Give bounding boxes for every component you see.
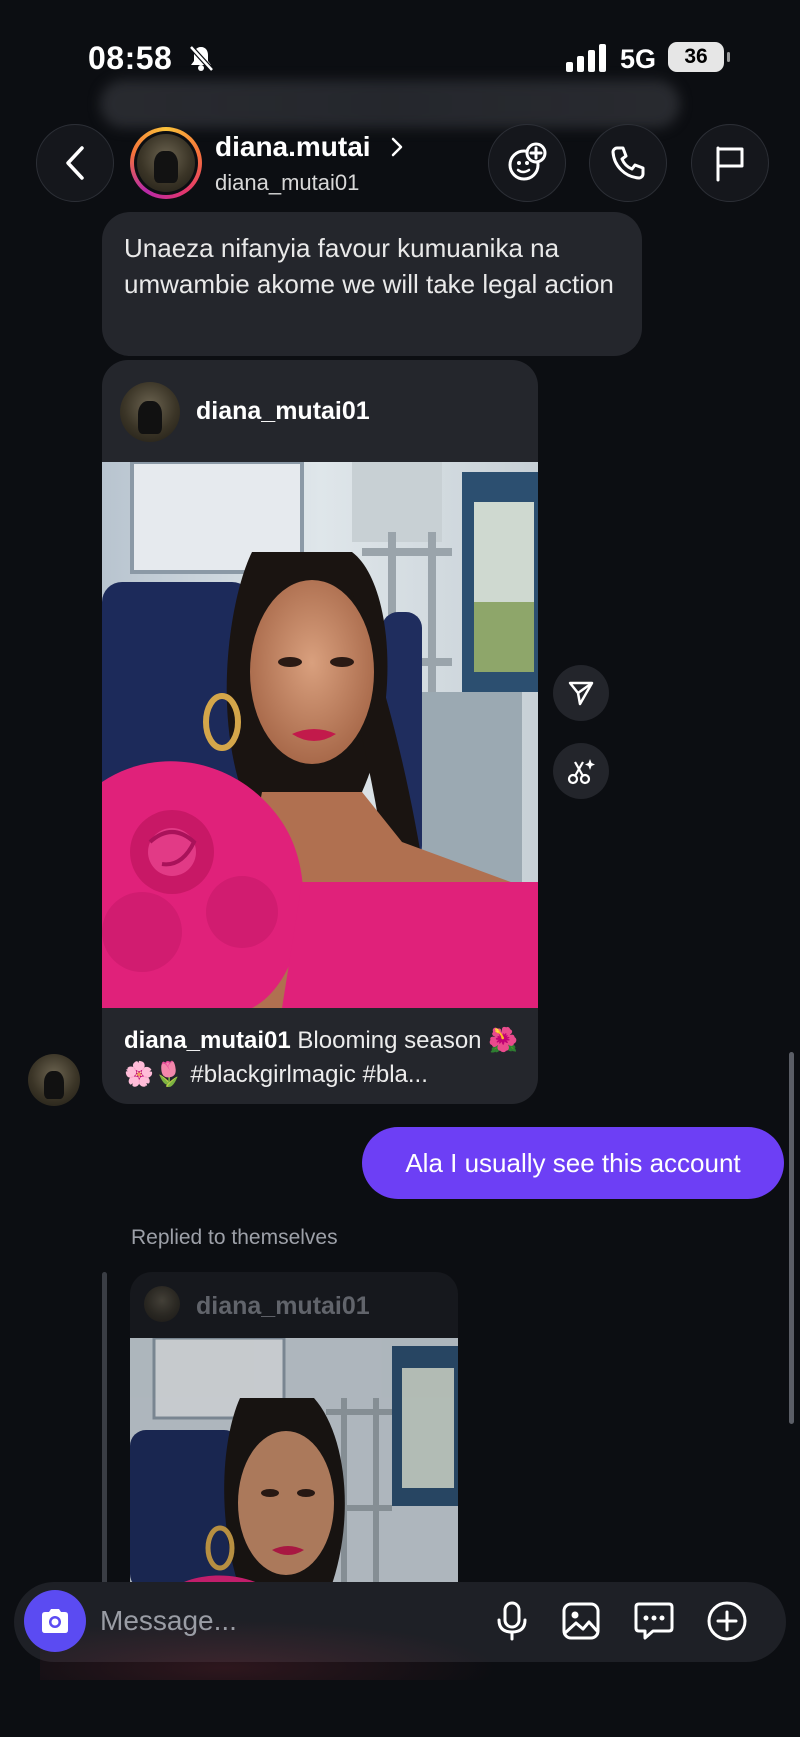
scrollbar[interactable] bbox=[789, 1052, 794, 1424]
reply-author-name: diana_mutai01 bbox=[196, 1292, 370, 1320]
camera-button[interactable] bbox=[24, 1590, 86, 1652]
status-time: 08:58 bbox=[88, 40, 173, 76]
replied-post-photo bbox=[130, 1338, 458, 1590]
network-type: 5G bbox=[620, 44, 657, 74]
voice-button[interactable] bbox=[488, 1597, 536, 1645]
effects-button[interactable] bbox=[488, 124, 566, 202]
phone-icon bbox=[611, 146, 645, 180]
back-icon bbox=[66, 146, 84, 180]
call-button[interactable] bbox=[589, 124, 667, 202]
add-icon bbox=[707, 1601, 747, 1641]
caption-author: diana_mutai01 bbox=[124, 1027, 291, 1054]
reply-label: Replied to themselves bbox=[131, 1226, 338, 1249]
chevron-right-icon[interactable] bbox=[390, 136, 404, 158]
sticker-button[interactable] bbox=[630, 1597, 678, 1645]
outgoing-message-bubble[interactable]: Ala I usually see this account bbox=[362, 1127, 784, 1199]
post-author-avatar bbox=[120, 382, 180, 442]
battery-icon: 36 bbox=[668, 42, 730, 72]
sender-avatar[interactable] bbox=[28, 1054, 80, 1106]
signal-icon bbox=[566, 44, 606, 72]
send-icon bbox=[568, 681, 594, 706]
scissors-sparkle-icon bbox=[567, 759, 595, 785]
post-author-name: diana_mutai01 bbox=[196, 397, 370, 425]
contact-avatar[interactable] bbox=[130, 127, 202, 199]
effects-icon bbox=[508, 142, 547, 181]
share-button[interactable] bbox=[553, 665, 609, 721]
incoming-message-bubble[interactable]: Unaeza nifanyia favour kumuanika na umwa… bbox=[102, 212, 642, 356]
contact-handle: diana_mutai01 bbox=[215, 170, 360, 195]
camera-icon bbox=[42, 1609, 68, 1633]
back-button[interactable] bbox=[36, 124, 114, 202]
add-button[interactable] bbox=[703, 1597, 751, 1645]
shared-post-card[interactable]: diana_mutai01 diana_mutai01 Blooming sea… bbox=[102, 360, 538, 1104]
post-photo[interactable] bbox=[102, 462, 538, 1008]
reply-indicator-bar bbox=[102, 1272, 107, 1590]
gallery-button[interactable] bbox=[557, 1597, 605, 1645]
remix-button[interactable] bbox=[553, 743, 609, 799]
outgoing-message-text: Ala I usually see this account bbox=[405, 1148, 741, 1178]
message-input[interactable] bbox=[100, 1601, 420, 1641]
sticker-icon bbox=[634, 1602, 674, 1640]
reply-author-avatar bbox=[144, 1286, 180, 1322]
contact-name[interactable]: diana.mutai bbox=[215, 131, 371, 163]
gallery-icon bbox=[562, 1602, 600, 1640]
flag-icon bbox=[716, 146, 744, 182]
replied-post-preview[interactable]: diana_mutai01 bbox=[130, 1272, 458, 1590]
blurred-notification bbox=[100, 80, 680, 128]
status-bar: 08:58 5G 36 bbox=[0, 0, 800, 128]
bell-muted-icon bbox=[189, 45, 214, 72]
microphone-icon bbox=[497, 1601, 527, 1641]
incoming-message-text: Unaeza nifanyia favour kumuanika na umwa… bbox=[124, 233, 614, 299]
report-button[interactable] bbox=[691, 124, 769, 202]
post-caption: diana_mutai01 Blooming season 🌺🌸🌷 #black… bbox=[124, 1024, 524, 1092]
